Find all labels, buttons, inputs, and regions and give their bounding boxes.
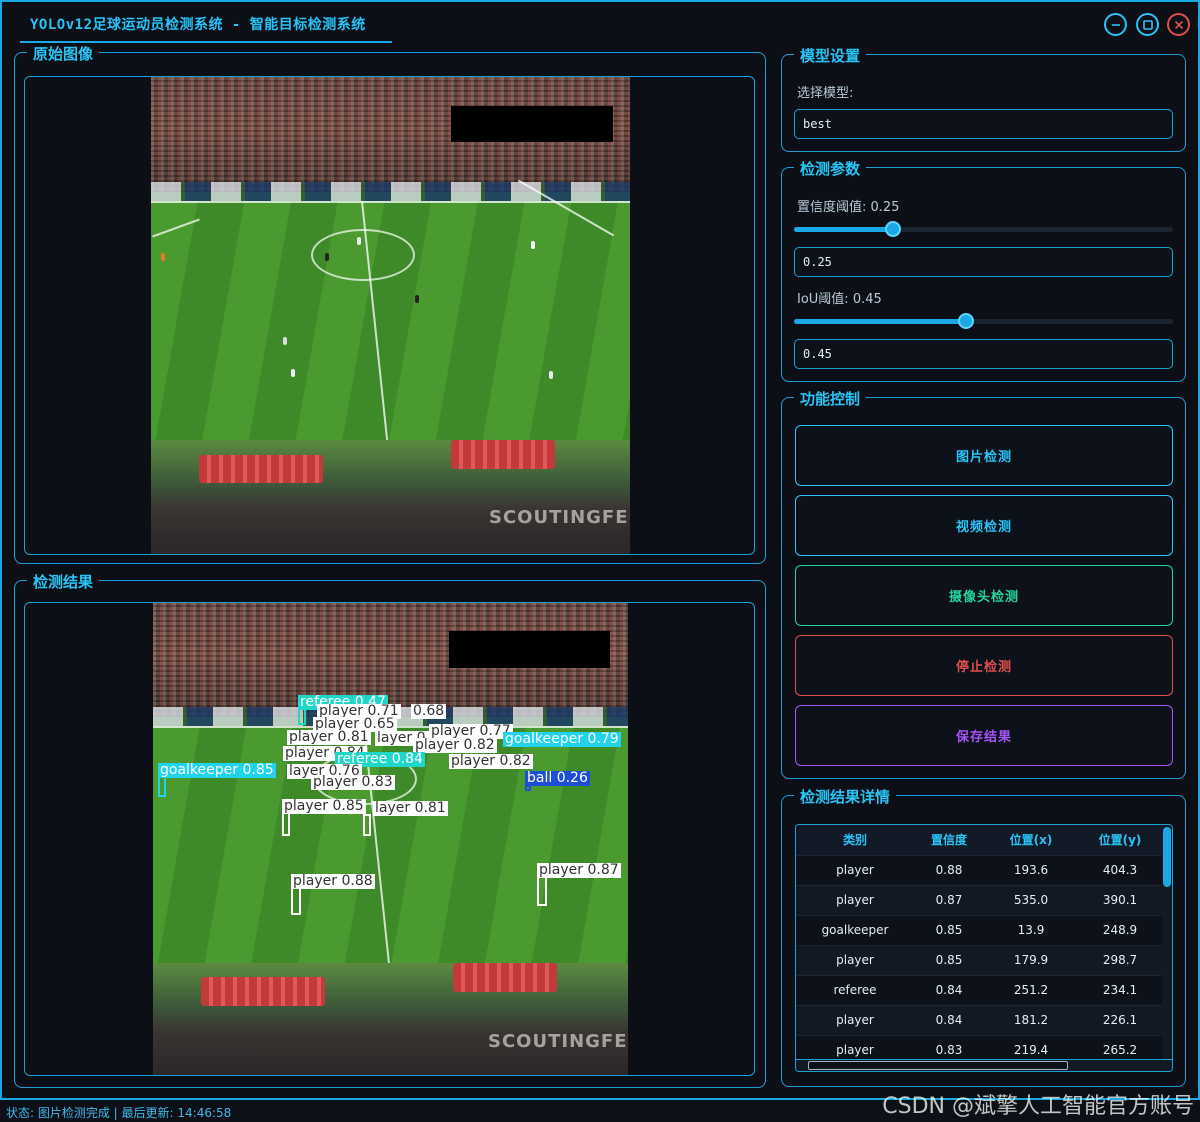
iou-slider-handle[interactable] (957, 313, 974, 329)
table-header-confidence[interactable]: 置信度 (914, 825, 984, 855)
cell-class: player (796, 854, 914, 885)
horizontal-scroll-thumb[interactable] (808, 1061, 1068, 1070)
result-details-title: 检测结果详情 (794, 786, 897, 807)
table-row[interactable]: player 0.85 179.9 298.7 (796, 944, 1162, 975)
redaction-box (451, 106, 613, 142)
detection-box (291, 887, 301, 915)
result-image-frame: SCOUTINGFEED referee 0.47 player 0.71 0.… (24, 602, 755, 1076)
cell-class: referee (796, 974, 914, 1005)
cell-confidence: 0.87 (914, 884, 984, 915)
image-watermark: SCOUTINGFEED (489, 507, 630, 528)
cell-x: 535.0 (984, 884, 1078, 915)
detection-label: player 0.82 (413, 737, 497, 753)
title-bar[interactable]: YOLOv12足球运动员检测系统 - 智能目标检测系统 (2, 2, 1198, 44)
confidence-slider[interactable] (794, 221, 1173, 237)
cell-confidence: 0.88 (914, 854, 984, 885)
close-button[interactable] (1167, 13, 1190, 36)
cell-x: 179.9 (984, 944, 1078, 975)
cell-class: goalkeeper (796, 914, 914, 945)
save-result-button[interactable]: 保存结果 (795, 705, 1173, 766)
cell-y: 390.1 (1078, 884, 1162, 915)
vertical-scroll-thumb[interactable] (1163, 827, 1171, 887)
model-select-label: 选择模型: (797, 86, 854, 101)
confidence-slider-fill (794, 227, 893, 232)
detection-label: ball 0.26 (525, 770, 590, 786)
table-row[interactable]: referee 0.84 251.2 234.1 (796, 974, 1162, 1005)
maximize-button[interactable] (1136, 13, 1159, 36)
detection-label: goalkeeper 0.79 (503, 731, 621, 747)
detection-label: player 0.88 (291, 873, 375, 889)
cell-class: player (796, 884, 914, 915)
confidence-slider-handle[interactable] (884, 221, 901, 237)
table-row[interactable]: player 0.87 535.0 390.1 (796, 884, 1162, 915)
detection-label: 0.68 (411, 703, 447, 719)
table-header-y[interactable]: 位置(y) (1078, 825, 1162, 855)
cell-y: 226.1 (1078, 1004, 1162, 1035)
detection-label: player 0.81 (287, 729, 371, 745)
image-detect-button[interactable]: 图片检测 (795, 425, 1173, 486)
detection-label: player 0.85 (282, 798, 366, 814)
minimize-button[interactable] (1104, 13, 1127, 36)
table-row[interactable]: goalkeeper 0.85 13.9 248.9 (796, 914, 1162, 945)
table-row[interactable]: player 0.88 193.6 404.3 (796, 854, 1162, 885)
cell-confidence: 0.84 (914, 974, 984, 1005)
original-image-title: 原始图像 (27, 43, 100, 64)
iou-slider[interactable] (794, 313, 1173, 329)
detection-box (537, 876, 547, 906)
original-image-frame: SCOUTINGFEED (24, 76, 755, 555)
cell-confidence: 0.85 (914, 914, 984, 945)
result-image: SCOUTINGFEED referee 0.47 player 0.71 0.… (153, 603, 628, 1075)
cell-class: player (796, 944, 914, 975)
detection-label: player 0.87 (537, 862, 621, 878)
table-row[interactable]: player 0.84 181.2 226.1 (796, 1004, 1162, 1035)
cell-x: 181.2 (984, 1004, 1078, 1035)
model-select[interactable]: best (794, 109, 1173, 139)
iou-label: IoU阈值: 0.45 (797, 292, 882, 307)
result-image-title: 检测结果 (27, 571, 100, 592)
original-image: SCOUTINGFEED (151, 77, 630, 554)
confidence-label: 置信度阈值: 0.25 (797, 200, 900, 215)
table-header-class[interactable]: 类别 (796, 825, 914, 855)
cell-y: 234.1 (1078, 974, 1162, 1005)
cell-class: player (796, 1004, 914, 1035)
window-title: YOLOv12足球运动员检测系统 - 智能目标检测系统 (30, 17, 366, 33)
cell-y: 248.9 (1078, 914, 1162, 945)
detection-box (363, 814, 371, 836)
cell-confidence: 0.85 (914, 944, 984, 975)
redaction-box (449, 631, 610, 668)
cell-confidence: 0.84 (914, 1004, 984, 1035)
iou-slider-fill (794, 319, 966, 324)
model-settings-title: 模型设置 (794, 45, 867, 66)
minimize-icon (1111, 23, 1120, 26)
detection-box (158, 775, 166, 797)
maximize-icon (1142, 19, 1153, 30)
detection-label: layer 0.81 (373, 800, 448, 816)
close-icon (1174, 20, 1183, 29)
table-vertical-scrollbar[interactable] (1162, 825, 1172, 1061)
status-bar: 状态: 图片检测完成 | 最后更新: 14:46:58 (6, 1106, 232, 1120)
function-control-title: 功能控制 (794, 388, 867, 409)
stop-detect-button[interactable]: 停止检测 (795, 635, 1173, 696)
cell-x: 193.6 (984, 854, 1078, 885)
results-table[interactable]: 类别 置信度 位置(x) 位置(y) player 0.88 193.6 404.3 … (795, 824, 1173, 1072)
detection-box (282, 812, 290, 836)
detection-label: player 0.82 (449, 753, 533, 769)
table-header-row: 类别 置信度 位置(x) 位置(y) (796, 825, 1162, 855)
detection-label: goalkeeper 0.85 (158, 762, 276, 778)
csdn-watermark: CSDN @斌擎人工智能官方账号 (882, 1094, 1194, 1119)
confidence-input[interactable]: 0.25 (794, 247, 1173, 277)
detection-params-title: 检测参数 (794, 158, 867, 179)
table-horizontal-scrollbar[interactable] (796, 1059, 1172, 1071)
cell-x: 13.9 (984, 914, 1078, 945)
cell-y: 404.3 (1078, 854, 1162, 885)
detection-label: player 0.83 (311, 774, 395, 790)
camera-detect-button[interactable]: 摄像头检测 (795, 565, 1173, 626)
table-header-x[interactable]: 位置(x) (984, 825, 1078, 855)
cell-x: 251.2 (984, 974, 1078, 1005)
video-detect-button[interactable]: 视频检测 (795, 495, 1173, 556)
cell-y: 298.7 (1078, 944, 1162, 975)
image-watermark: SCOUTINGFEED (488, 1031, 628, 1052)
iou-input[interactable]: 0.45 (794, 339, 1173, 369)
